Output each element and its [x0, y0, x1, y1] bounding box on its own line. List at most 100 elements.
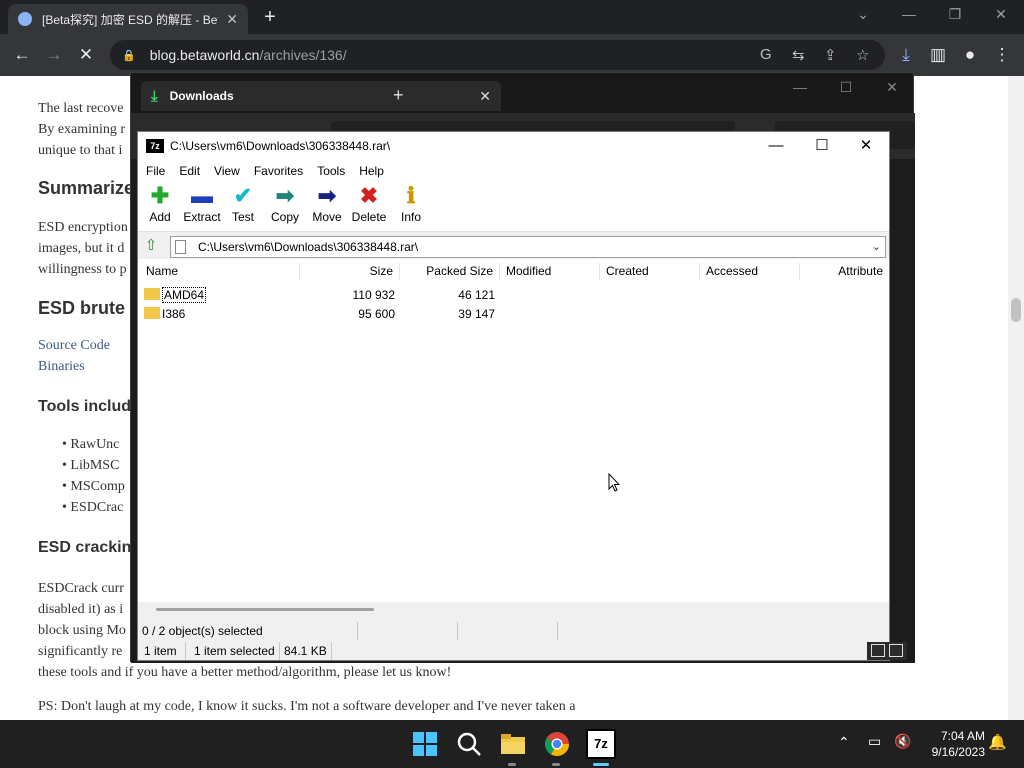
- minimize-button[interactable]: —: [785, 79, 815, 95]
- explorer-tab[interactable]: ⤓ Downloads ✕: [141, 81, 501, 111]
- download-arrow-icon: ⤓: [151, 87, 158, 105]
- column-header-name[interactable]: Name: [140, 263, 300, 281]
- menu-kebab-icon[interactable]: ⋮: [991, 44, 1013, 66]
- column-header-created[interactable]: Created: [600, 263, 700, 281]
- 7zip-menu-bar: File Edit View Favorites Tools Help: [138, 160, 889, 182]
- column-header-packed-size[interactable]: Packed Size: [400, 263, 500, 281]
- address-bar[interactable]: 🔒 blog.betaworld.cn/archives/136/ G ⇆ ⇪ …: [110, 40, 885, 70]
- tiles-view-icon[interactable]: [889, 644, 903, 657]
- side-panel-icon[interactable]: ▥: [927, 44, 949, 66]
- running-indicator: [508, 763, 516, 766]
- list-item: • MSComp: [62, 479, 125, 494]
- info-icon: ℹ: [406, 183, 416, 208]
- column-header-modified[interactable]: Modified: [500, 263, 600, 281]
- translate-icon[interactable]: ⇆: [792, 46, 805, 64]
- section-heading: Tools includ: [38, 398, 132, 415]
- minimize-button[interactable]: —: [894, 6, 924, 22]
- restore-button[interactable]: ❐: [940, 6, 970, 23]
- add-button[interactable]: ✚ Add: [138, 184, 182, 230]
- explorer-view-toggle[interactable]: [867, 642, 907, 660]
- minimize-button[interactable]: —: [753, 132, 799, 160]
- 7zip-path-text: C:\Users\vm6\Downloads\306338448.rar\: [198, 240, 419, 254]
- file-name: AMD64: [162, 287, 207, 303]
- search-icon[interactable]: [454, 729, 484, 759]
- 7zip-taskbar-icon[interactable]: 7z: [586, 729, 616, 759]
- extract-button[interactable]: ▬ Extract: [180, 184, 224, 230]
- network-icon[interactable]: ▭: [868, 733, 881, 750]
- close-window-button[interactable]: ✕: [986, 6, 1016, 23]
- chevron-up-icon[interactable]: ⌃: [838, 734, 850, 751]
- binaries-link[interactable]: Binaries: [38, 359, 85, 375]
- move-button[interactable]: ➡ Move: [305, 184, 349, 230]
- close-window-button[interactable]: ✕: [843, 132, 889, 160]
- status-selected-count: 1 item selected: [192, 642, 280, 660]
- back-arrow-icon[interactable]: ←: [11, 44, 33, 66]
- menu-file[interactable]: File: [140, 164, 171, 178]
- close-window-button[interactable]: ✕: [877, 79, 907, 96]
- details-view-icon[interactable]: [871, 644, 885, 657]
- file-size: 110 932: [352, 288, 396, 302]
- page-paragraph: willingness to p: [38, 262, 127, 277]
- menu-edit[interactable]: Edit: [173, 164, 206, 178]
- status-objects-selected: 0 / 2 object(s) selected: [140, 622, 358, 640]
- maximize-button[interactable]: ☐: [799, 132, 845, 160]
- menu-favorites[interactable]: Favorites: [248, 164, 309, 178]
- column-header-accessed[interactable]: Accessed: [700, 263, 800, 281]
- menu-tools[interactable]: Tools: [311, 164, 351, 178]
- maximize-button[interactable]: ☐: [831, 79, 861, 96]
- running-indicator: [552, 763, 560, 766]
- scrollbar-thumb[interactable]: [1011, 298, 1021, 322]
- chevron-down-icon[interactable]: ⌄: [872, 240, 881, 253]
- column-header-size[interactable]: Size: [300, 263, 400, 281]
- copy-button[interactable]: ➡ Copy: [263, 184, 307, 230]
- info-button[interactable]: ℹ Info: [389, 184, 433, 230]
- windows-start-icon[interactable]: [410, 729, 440, 759]
- forward-arrow-icon[interactable]: →: [43, 44, 65, 66]
- bookmark-star-icon[interactable]: ☆: [856, 46, 869, 64]
- file-explorer-icon[interactable]: [498, 729, 528, 759]
- scrollbar-thumb[interactable]: [156, 608, 374, 611]
- status-item-count: 1 item: [142, 642, 186, 660]
- windows-taskbar: 7z ⌃ ▭ 🔇 7:04 AM 9/16/2023 🔔: [0, 720, 1024, 768]
- 7zip-path-combobox[interactable]: C:\Users\vm6\Downloads\306338448.rar\ ⌄: [170, 236, 886, 258]
- menu-help[interactable]: Help: [353, 164, 390, 178]
- 7zip-address-row: ⇧ C:\Users\vm6\Downloads\306338448.rar\ …: [138, 234, 889, 258]
- notification-bell-icon[interactable]: 🔔: [988, 733, 1007, 751]
- close-tab-icon[interactable]: ✕: [479, 88, 491, 105]
- test-button[interactable]: ✔ Test: [221, 184, 265, 230]
- list-item: • RawUnc: [62, 437, 120, 452]
- share-icon[interactable]: ⇪: [824, 46, 837, 64]
- page-paragraph: images, but it d: [38, 241, 125, 256]
- list-item: • ESDCrac: [62, 500, 124, 515]
- page-paragraph: The last recove: [38, 101, 124, 116]
- google-icon[interactable]: G: [760, 46, 772, 63]
- file-packed-size: 39 147: [458, 307, 495, 321]
- source-code-link[interactable]: Source Code: [38, 338, 110, 354]
- url-path: /archives/136/: [259, 47, 347, 63]
- profile-avatar-icon[interactable]: ●: [959, 44, 981, 66]
- stop-loading-icon[interactable]: ✕: [75, 44, 97, 66]
- new-tab-button[interactable]: +: [393, 85, 404, 106]
- new-tab-button[interactable]: +: [258, 6, 282, 29]
- table-row[interactable]: AMD64 110 932 46 121: [138, 286, 889, 305]
- chrome-icon[interactable]: [542, 729, 572, 759]
- browser-tab[interactable]: [Beta探究] 加密 ESD 的解压 - Bet ✕: [8, 4, 248, 34]
- horizontal-scrollbar[interactable]: [138, 602, 889, 618]
- add-icon: ✚: [150, 183, 170, 208]
- active-indicator: [593, 763, 609, 766]
- column-header-attributes[interactable]: Attribute: [800, 263, 889, 281]
- clock-time[interactable]: 7:04 AM: [925, 729, 985, 743]
- close-tab-icon[interactable]: ✕: [226, 11, 238, 28]
- document-icon: [175, 240, 186, 254]
- folder-up-icon[interactable]: ⇧: [142, 237, 160, 255]
- downloads-icon[interactable]: ⤓: [895, 44, 917, 66]
- volume-muted-icon[interactable]: 🔇: [894, 733, 911, 750]
- table-row[interactable]: I386 95 600 39 147: [138, 305, 889, 324]
- menu-view[interactable]: View: [208, 164, 246, 178]
- 7zip-file-list[interactable]: Name Size Packed Size Modified Created A…: [138, 259, 889, 602]
- list-item: • LibMSC: [62, 458, 120, 473]
- page-scrollbar[interactable]: [1008, 76, 1024, 720]
- tab-search-icon[interactable]: ⌄: [848, 6, 878, 23]
- delete-button[interactable]: ✖ Delete: [347, 184, 391, 230]
- clock-date[interactable]: 9/16/2023: [915, 745, 985, 759]
